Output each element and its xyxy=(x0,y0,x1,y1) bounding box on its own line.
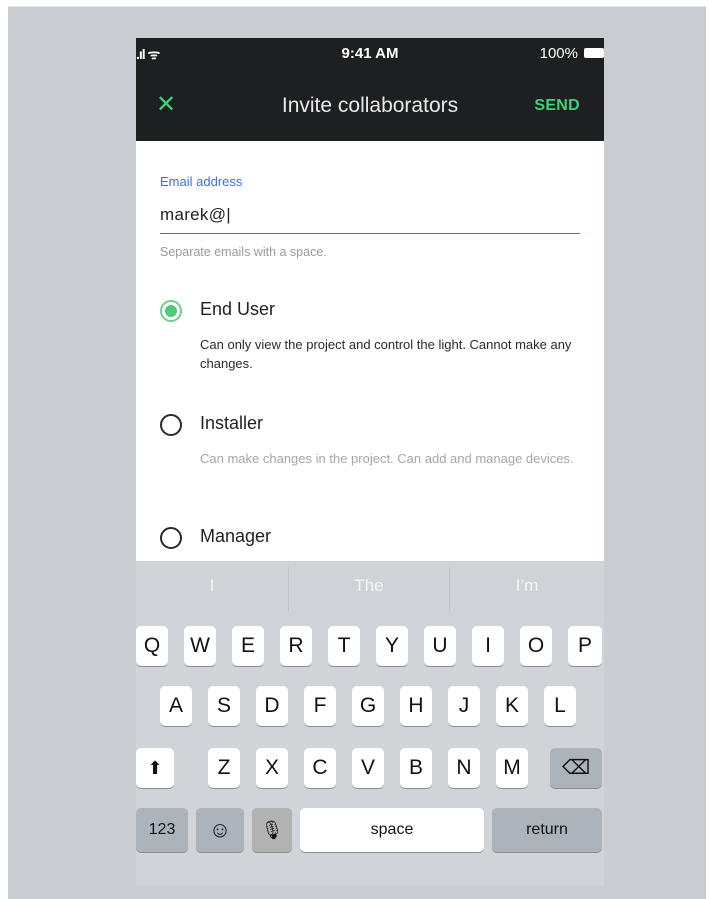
battery-icon xyxy=(584,48,604,58)
top-bar: .ıl ᯤ 9:41 AM 100% ✕ Invite collaborator… xyxy=(136,38,604,141)
backspace-icon[interactable]: ⌫ xyxy=(550,748,602,788)
key-q[interactable]: Q xyxy=(136,626,168,666)
key-h[interactable]: H xyxy=(400,686,432,726)
key-b[interactable]: B xyxy=(400,748,432,788)
role-name: Manager xyxy=(200,526,272,546)
status-time: 9:41 AM xyxy=(341,45,399,62)
shift-key-icon[interactable]: ⬆ xyxy=(136,748,174,788)
key-e[interactable]: E xyxy=(232,626,264,666)
radio-unselected-icon[interactable] xyxy=(160,527,182,549)
keyboard-suggestion-bar: I The I’m xyxy=(136,561,604,616)
role-name: Installer xyxy=(200,413,264,433)
key-z[interactable]: Z xyxy=(208,748,240,788)
role-description: Can only view the project and control th… xyxy=(200,337,572,371)
key-a[interactable]: A xyxy=(160,686,192,726)
phone-screen: .ıl ᯤ 9:41 AM 100% ✕ Invite collaborator… xyxy=(136,38,604,886)
suggestion-item[interactable]: The xyxy=(289,561,449,616)
battery-percent: 100% xyxy=(539,45,578,62)
key-m[interactable]: M xyxy=(496,748,528,788)
emoji-icon[interactable]: ☺ xyxy=(196,808,244,852)
key-i[interactable]: I xyxy=(472,626,504,666)
key-f[interactable]: F xyxy=(304,686,336,726)
space-key[interactable]: space xyxy=(300,808,484,852)
key-k[interactable]: K xyxy=(496,686,528,726)
key-d[interactable]: D xyxy=(256,686,288,726)
suggestion-item[interactable]: I xyxy=(136,561,288,616)
keyboard: Q W E R T Y U I O P A S D F G H J K L ⬆ … xyxy=(136,616,604,886)
key-o[interactable]: O xyxy=(520,626,552,666)
key-u[interactable]: U xyxy=(424,626,456,666)
key-r[interactable]: R xyxy=(280,626,312,666)
key-s[interactable]: S xyxy=(208,686,240,726)
suggestion-item[interactable]: I’m xyxy=(450,561,604,616)
key-l[interactable]: L xyxy=(544,686,576,726)
email-helper-text: Separate emails with a space. xyxy=(160,245,327,259)
key-x[interactable]: X xyxy=(256,748,288,788)
email-label: Email address xyxy=(160,174,243,189)
radio-unselected-icon[interactable] xyxy=(160,414,182,436)
key-g[interactable]: G xyxy=(352,686,384,726)
key-p[interactable]: P xyxy=(568,626,602,666)
key-v[interactable]: V xyxy=(352,748,384,788)
radio-selected-icon[interactable] xyxy=(160,300,182,322)
key-c[interactable]: C xyxy=(304,748,336,788)
key-w[interactable]: W xyxy=(184,626,216,666)
role-description: Can make changes in the project. Can add… xyxy=(200,451,574,466)
invite-form: Email address Separate emails with a spa… xyxy=(136,141,604,561)
email-field[interactable] xyxy=(160,197,580,234)
microphone-icon[interactable]: 🎙 xyxy=(252,808,292,852)
send-button[interactable]: SEND xyxy=(534,97,580,115)
key-j[interactable]: J xyxy=(448,686,480,726)
key-n[interactable]: N xyxy=(448,748,480,788)
role-name: End User xyxy=(200,299,276,319)
screenshot-frame: .ıl ᯤ 9:41 AM 100% ✕ Invite collaborator… xyxy=(8,6,706,899)
return-key[interactable]: return xyxy=(492,808,602,852)
numbers-key[interactable]: 123 xyxy=(136,808,188,852)
key-y[interactable]: Y xyxy=(376,626,408,666)
key-t[interactable]: T xyxy=(328,626,360,666)
